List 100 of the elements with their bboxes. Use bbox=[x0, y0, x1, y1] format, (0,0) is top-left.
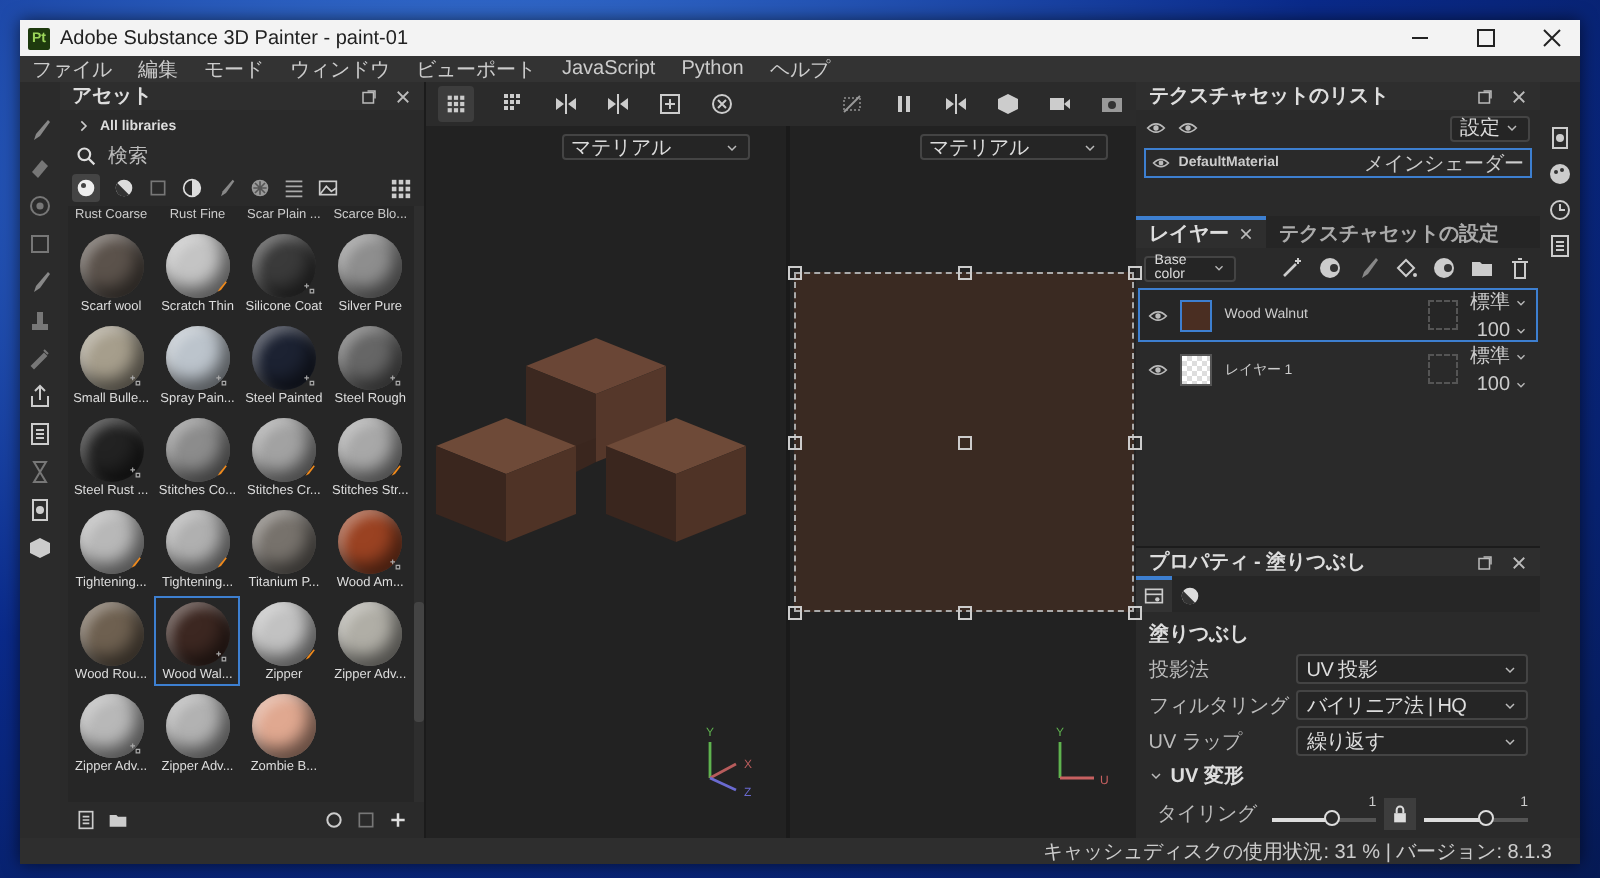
transform-handle[interactable] bbox=[787, 265, 801, 279]
search-field[interactable]: 検索 bbox=[107, 145, 348, 167]
eraser-icon[interactable] bbox=[27, 156, 52, 180]
caret-icon bbox=[1502, 661, 1519, 677]
search-icon[interactable] bbox=[75, 146, 96, 166]
plus-box-icon[interactable] bbox=[657, 92, 682, 116]
window-icon[interactable] bbox=[355, 810, 376, 830]
menu-item[interactable]: JavaScript bbox=[562, 58, 656, 80]
brush-icon[interactable] bbox=[215, 178, 236, 198]
transform-handle[interactable] bbox=[957, 435, 971, 449]
layers-icon[interactable] bbox=[27, 422, 52, 446]
maximize-icon bbox=[1476, 28, 1496, 48]
hidden-icon[interactable] bbox=[840, 92, 865, 116]
close-icon[interactable] bbox=[1238, 226, 1255, 242]
export-icon[interactable] bbox=[27, 384, 52, 408]
folder-icon[interactable] bbox=[1470, 256, 1495, 280]
camera-icon[interactable] bbox=[1048, 92, 1073, 116]
palette-icon[interactable] bbox=[1548, 162, 1572, 186]
menu-item[interactable]: Python bbox=[681, 58, 744, 80]
transform-handle[interactable] bbox=[787, 605, 801, 619]
list-icon[interactable] bbox=[75, 810, 96, 830]
blend-mode-dropdown[interactable]: 標準 bbox=[1470, 342, 1529, 370]
half-sphere-icon[interactable] bbox=[113, 178, 134, 198]
close-icon[interactable] bbox=[393, 87, 412, 105]
mirror-icon[interactable] bbox=[944, 92, 969, 116]
menu-item[interactable]: ウィンドウ bbox=[290, 55, 390, 83]
grid-icon[interactable] bbox=[501, 92, 526, 116]
square-icon[interactable] bbox=[147, 178, 168, 198]
wand-icon[interactable] bbox=[1280, 256, 1305, 280]
menu-item[interactable]: モード bbox=[204, 55, 264, 83]
dropdown[interactable]: UV 投影 bbox=[1296, 654, 1529, 684]
properties-tab[interactable] bbox=[1136, 576, 1173, 612]
hourglass-icon[interactable] bbox=[27, 460, 52, 484]
layout-button[interactable] bbox=[437, 86, 474, 122]
brush-icon[interactable] bbox=[1356, 256, 1381, 280]
caret-icon bbox=[723, 139, 740, 155]
mirror-icon[interactable] bbox=[605, 92, 630, 116]
caret-icon bbox=[1502, 697, 1519, 713]
float-icon[interactable] bbox=[1476, 87, 1495, 105]
cube-icon[interactable] bbox=[996, 92, 1021, 116]
mask-icon[interactable] bbox=[1318, 256, 1343, 280]
panel-tab[interactable]: レイヤー bbox=[1136, 216, 1267, 248]
refresh-icon[interactable] bbox=[323, 810, 344, 830]
lock-icon bbox=[1390, 803, 1411, 823]
menu-item[interactable]: ファイル bbox=[32, 55, 112, 83]
eye-icon[interactable] bbox=[1148, 359, 1169, 379]
bucket-icon[interactable] bbox=[1394, 256, 1419, 280]
cube-icon[interactable] bbox=[27, 536, 52, 560]
target-icon[interactable] bbox=[27, 194, 52, 218]
menu-item[interactable]: ビューポート bbox=[416, 55, 536, 83]
camera-icon[interactable] bbox=[1100, 92, 1125, 116]
dropper-icon[interactable] bbox=[27, 346, 52, 370]
folder-icon[interactable] bbox=[107, 810, 128, 830]
sphere-icon bbox=[1180, 586, 1201, 606]
preset-icon bbox=[387, 556, 402, 570]
opacity-dropdown[interactable]: 100 bbox=[1476, 374, 1529, 396]
menu-item[interactable]: ヘルプ bbox=[769, 55, 830, 83]
close-icon[interactable] bbox=[1510, 553, 1529, 571]
reset-icon[interactable] bbox=[709, 92, 734, 116]
channel-dropdown[interactable]: マテリアル bbox=[919, 134, 1107, 160]
eye-icon[interactable] bbox=[1148, 305, 1169, 325]
blend-mode-dropdown[interactable]: 標準 bbox=[1470, 288, 1529, 316]
settings-dropdown[interactable]: 設定 bbox=[1450, 115, 1531, 141]
grid-icon bbox=[445, 94, 466, 114]
eye-icon[interactable] bbox=[1178, 118, 1199, 138]
half-circle-icon[interactable] bbox=[181, 178, 202, 198]
transform-handle[interactable] bbox=[957, 605, 971, 619]
stamp-icon[interactable] bbox=[27, 308, 52, 332]
transform-handle[interactable] bbox=[957, 265, 971, 279]
list-icon[interactable] bbox=[1548, 234, 1572, 258]
slider-thumb[interactable] bbox=[1323, 810, 1340, 826]
close-icon[interactable] bbox=[1510, 87, 1529, 105]
dropdown[interactable]: 繰り返す bbox=[1296, 726, 1529, 756]
float-icon[interactable] bbox=[1476, 553, 1495, 571]
filter-tab[interactable] bbox=[71, 174, 100, 202]
mirror-icon[interactable] bbox=[553, 92, 578, 116]
eye-icon[interactable] bbox=[1152, 154, 1171, 172]
chevron-icon[interactable] bbox=[75, 118, 92, 134]
square-icon[interactable] bbox=[27, 232, 52, 256]
float-icon[interactable] bbox=[359, 87, 378, 105]
display-icon[interactable] bbox=[1548, 126, 1572, 150]
group-toggle[interactable]: UV 変形 bbox=[1148, 762, 1529, 790]
transform-handle[interactable] bbox=[787, 435, 801, 449]
grid-icon[interactable] bbox=[389, 177, 412, 199]
stripes-icon[interactable] bbox=[283, 178, 304, 198]
mask-icon[interactable] bbox=[1432, 256, 1457, 280]
picture-icon[interactable] bbox=[317, 178, 338, 198]
scrollbar[interactable] bbox=[413, 206, 424, 802]
add-icon[interactable] bbox=[387, 810, 408, 830]
opacity-dropdown[interactable]: 100 bbox=[1476, 320, 1529, 342]
trash-icon[interactable] bbox=[1508, 256, 1533, 280]
channel-dropdown[interactable]: マテリアル bbox=[561, 134, 750, 160]
dropdown[interactable]: バイリニア法 | HQ bbox=[1296, 690, 1529, 720]
slider-thumb[interactable] bbox=[1478, 810, 1495, 826]
lock-button[interactable] bbox=[1384, 797, 1417, 829]
eye-icon[interactable] bbox=[1146, 118, 1167, 138]
history-icon[interactable] bbox=[1548, 198, 1572, 222]
pattern-icon[interactable] bbox=[249, 178, 270, 198]
document-icon[interactable] bbox=[27, 498, 52, 522]
menu-item[interactable]: 編集 bbox=[138, 55, 178, 83]
